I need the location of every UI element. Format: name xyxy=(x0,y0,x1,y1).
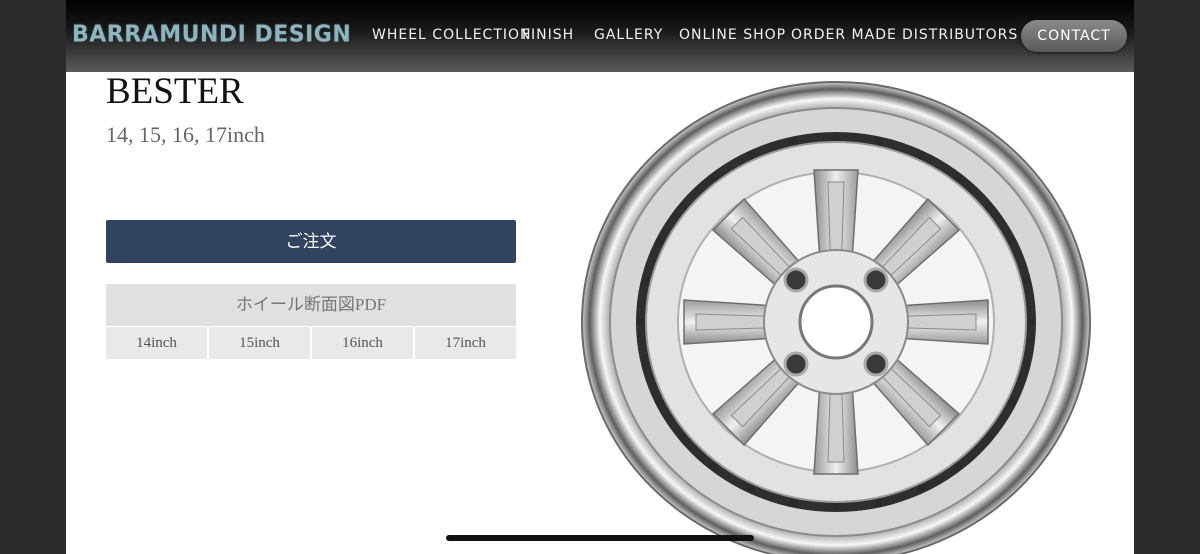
rim-bolt xyxy=(1022,276,1031,285)
nav-finish[interactable]: FINISH xyxy=(522,27,574,47)
pdf-link-15inch[interactable]: 15inch xyxy=(209,326,312,359)
site-logo[interactable]: BARRAMUNDI DESIGN xyxy=(72,21,351,47)
rim-bolt xyxy=(710,173,719,182)
rim-bolt xyxy=(832,133,840,141)
nav-wheel-collection[interactable]: WHEEL COLLECTION xyxy=(372,27,532,47)
pdf-title: ホイール断面図PDF xyxy=(235,295,387,314)
rim-bolt xyxy=(916,484,925,493)
rim-bolt xyxy=(916,151,925,160)
pdf-section: ホイール断面図PDF 14inch 15inch 16inch 17inch xyxy=(106,284,516,359)
rim-bolt xyxy=(747,151,756,160)
rim-bolt xyxy=(1007,237,1016,246)
pdf-link-17inch[interactable]: 17inch xyxy=(415,326,516,359)
rim-bolt xyxy=(679,202,688,211)
rim-bolt xyxy=(656,237,665,246)
nav-gallery[interactable]: GALLERY xyxy=(594,27,663,47)
pdf-link-14inch[interactable]: 14inch xyxy=(106,326,209,359)
rim-bolt xyxy=(710,462,719,471)
page: BARRAMUNDI DESIGN WHEEL COLLECTION FINIS… xyxy=(66,0,1134,554)
rim-bolt xyxy=(832,503,840,511)
rim-bolt xyxy=(788,498,797,507)
header-nav: BARRAMUNDI DESIGN WHEEL COLLECTION FINIS… xyxy=(66,0,1134,72)
contact-button[interactable]: CONTACT xyxy=(1021,20,1127,52)
rim-bolt xyxy=(641,276,650,285)
rim-bolt xyxy=(875,137,884,146)
rim-bolt xyxy=(656,398,665,407)
nav-order-made[interactable]: ORDER MADE xyxy=(791,27,897,47)
wheel-image xyxy=(581,81,1091,554)
rim-bolt xyxy=(953,462,962,471)
rim-bolt xyxy=(1022,359,1031,368)
rim-bolt xyxy=(679,433,688,442)
pdf-link-16inch[interactable]: 16inch xyxy=(312,326,415,359)
rim-bolt xyxy=(637,318,645,326)
home-indicator xyxy=(446,535,754,541)
rim-bolt xyxy=(788,137,797,146)
rim-bolt xyxy=(641,359,650,368)
rim-bolt xyxy=(1007,398,1016,407)
rim-bolt xyxy=(984,202,993,211)
rim-bolt xyxy=(953,173,962,182)
order-button[interactable]: ご注文 xyxy=(106,220,516,263)
rim-bolt xyxy=(1027,318,1035,326)
nav-online-shop[interactable]: ONLINE SHOP xyxy=(679,27,786,47)
pdf-size-row: 14inch 15inch 16inch 17inch xyxy=(106,326,516,359)
rim-bolt xyxy=(747,484,756,493)
nav-distributors[interactable]: DISTRIBUTORS xyxy=(902,27,1018,47)
rim-bolt xyxy=(875,498,884,507)
rim-bolt xyxy=(984,433,993,442)
product-title: BESTER xyxy=(106,71,244,112)
product-sizes: 14, 15, 16, 17inch xyxy=(106,122,265,147)
